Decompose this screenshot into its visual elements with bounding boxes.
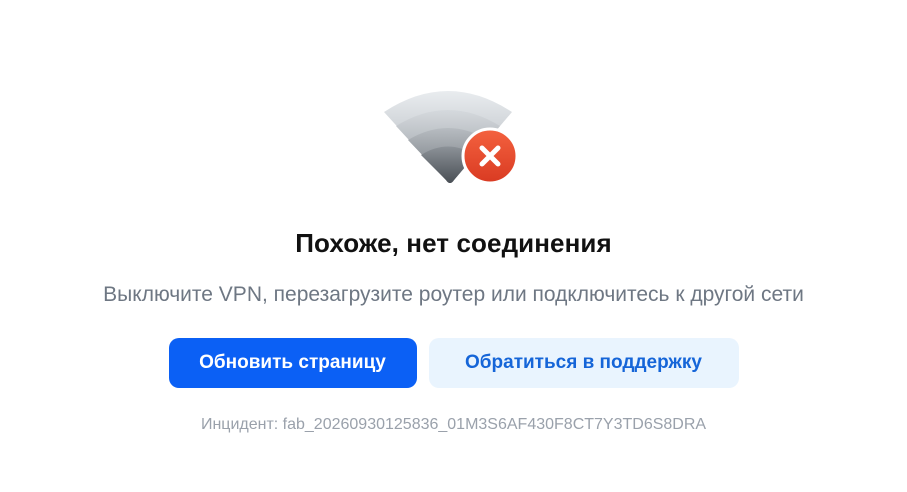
error-subtitle: Выключите VPN, перезагрузите роутер или …: [103, 283, 804, 306]
wifi-off-icon: [378, 82, 524, 192]
refresh-page-button[interactable]: Обновить страницу: [168, 338, 417, 388]
contact-support-button[interactable]: Обратиться в поддержку: [428, 338, 739, 388]
error-actions: Обновить страницу Обратиться в поддержку: [0, 338, 907, 388]
error-page: Похоже, нет соединения Выключите VPN, пе…: [0, 0, 907, 492]
incident-id: Инцидент: fab_20260930125836_01M3S6AF430…: [200, 416, 707, 433]
error-title: Похоже, нет соединения: [295, 228, 612, 258]
